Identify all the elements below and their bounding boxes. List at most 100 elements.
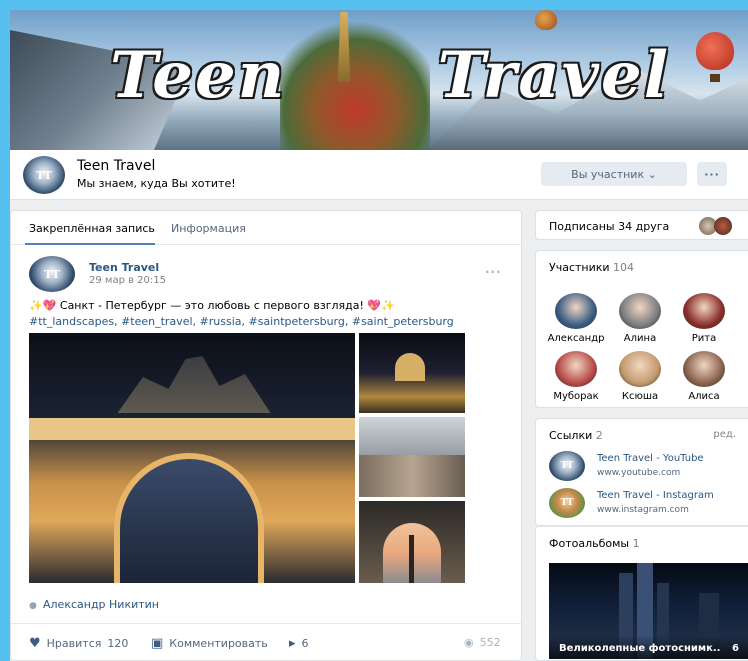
cover-title-word: Travel: [437, 38, 670, 113]
member-button[interactable]: Вы участник ⌄: [541, 162, 687, 186]
arch-opening: [114, 453, 264, 583]
group-header: TT Teen Travel Мы знаем, куда Вы хотите!…: [10, 150, 748, 200]
member-avatar: [683, 293, 725, 329]
post-tabs: Закреплённая запись Информация: [11, 211, 521, 245]
group-cover: Teen Travel: [10, 10, 748, 150]
group-name: Teen Travel: [77, 158, 156, 174]
like-count: 120: [107, 637, 129, 650]
links-header: Ссылки 2: [549, 429, 603, 442]
friends-subscribed-card[interactable]: Подписаны 34 друга: [535, 210, 748, 240]
post-author-link[interactable]: Teen Travel: [89, 261, 159, 274]
share-button[interactable]: ▸ 6: [289, 636, 309, 651]
links-card: Ссылки 2 ред. TT Teen Travel - YouTube w…: [535, 418, 748, 526]
albums-header[interactable]: Фотоальбомы 1: [549, 537, 640, 550]
tab-pinned-post[interactable]: Закреплённая запись: [29, 222, 155, 235]
post-photo-main[interactable]: [29, 333, 355, 583]
group-avatar[interactable]: TT: [23, 156, 65, 194]
heart-icon: ♥: [29, 636, 41, 651]
link-title[interactable]: Teen Travel - YouTube: [597, 453, 704, 464]
member-avatar: [555, 293, 597, 329]
member-avatar: [555, 351, 597, 387]
member-avatar: [683, 351, 725, 387]
avatar-monogram: TT: [560, 461, 574, 471]
post-text: ✨💖 Санкт - Петербург — это любовь с перв…: [29, 299, 395, 312]
cover-title-word: Teen: [110, 38, 287, 113]
link-url: www.youtube.com: [597, 468, 681, 478]
member-item[interactable]: Алиса: [672, 351, 736, 402]
member-item[interactable]: Александр: [544, 293, 608, 344]
albums-title: Фотоальбомы: [549, 537, 630, 550]
member-item[interactable]: Рита: [672, 293, 736, 344]
post-photo-3[interactable]: [359, 417, 465, 497]
post-photo-4[interactable]: [359, 501, 465, 583]
active-tab-underline: [25, 243, 155, 245]
avatar-monogram: TT: [36, 168, 52, 182]
street-buildings: [359, 455, 465, 497]
members-title: Участники: [549, 261, 610, 274]
member-item[interactable]: Ксюша: [608, 351, 672, 402]
eye-icon: ◉: [464, 636, 474, 649]
link-item-youtube[interactable]: TT Teen Travel - YouTube www.youtube.com: [549, 451, 748, 483]
member-name: Александр: [547, 333, 605, 344]
member-avatar: [619, 293, 661, 329]
page-frame: Teen Travel TT Teen Travel Мы знаем, куд…: [10, 10, 748, 661]
post-photo-2[interactable]: [359, 333, 465, 413]
post-actions: ♥ Нравится 120 ▣ Комментировать ▸ 6 ◉ 55…: [11, 623, 521, 659]
like-label: Нравится: [46, 637, 102, 650]
signer-name: Александр Никитин: [43, 598, 159, 611]
member-name: Муборак: [553, 391, 599, 402]
post-date[interactable]: 29 мар в 20:15: [89, 275, 166, 286]
post-author-avatar[interactable]: TT: [29, 256, 75, 292]
member-name: Алина: [623, 333, 657, 344]
albums-card: Фотоальбомы 1 Великолепные фотоснимк.. 6: [535, 526, 748, 661]
post-hashtags[interactable]: #tt_landscapes, #teen_travel, #russia, #…: [29, 315, 454, 328]
member-item[interactable]: Алина: [608, 293, 672, 344]
post-menu-button[interactable]: ···: [485, 265, 502, 279]
album-thumbnail[interactable]: Великолепные фотоснимк.. 6: [549, 563, 748, 659]
cathedral-dome: [395, 353, 425, 381]
link-title[interactable]: Teen Travel - Instagram: [597, 490, 714, 501]
album-photo-count: 6: [732, 643, 739, 654]
link-avatar: TT: [549, 488, 585, 518]
links-title: Ссылки: [549, 429, 593, 442]
members-header[interactable]: Участники 104: [549, 261, 634, 274]
friends-subscribed-label: Подписаны 34 друга: [549, 220, 670, 233]
more-actions-button[interactable]: ···: [697, 162, 727, 186]
pinned-post-card: Закреплённая запись Информация TT Teen T…: [10, 210, 522, 661]
link-url: www.instagram.com: [597, 505, 689, 515]
album-caption: Великолепные фотоснимк.. 6: [549, 635, 748, 659]
share-count: 6: [301, 637, 309, 650]
views-count: 552: [479, 636, 501, 649]
links-count: 2: [595, 429, 603, 442]
friend-avatar: [714, 217, 732, 235]
balloon-icon: [696, 32, 734, 82]
user-icon: ●: [29, 601, 37, 611]
members-count: 104: [613, 261, 635, 274]
avatar-monogram: TT: [560, 498, 574, 508]
tab-info[interactable]: Информация: [171, 222, 246, 235]
link-item-instagram[interactable]: TT Teen Travel - Instagram www.instagram…: [549, 488, 748, 520]
comment-label: Комментировать: [169, 637, 268, 650]
comment-icon: ▣: [151, 636, 164, 651]
comment-button[interactable]: ▣ Комментировать: [151, 636, 268, 651]
arch-statue: [117, 356, 271, 413]
member-item[interactable]: Муборак: [544, 351, 608, 402]
member-avatar: [619, 351, 661, 387]
member-name: Рита: [691, 333, 717, 344]
members-card: Участники 104 Александр Алина Рита Муборак К…: [535, 250, 748, 408]
post-signer[interactable]: ● Александр Никитин: [29, 598, 159, 611]
cover-title: Teen Travel: [110, 38, 670, 113]
member-name: Алиса: [688, 391, 720, 402]
member-name: Ксюша: [621, 391, 659, 402]
links-edit-link[interactable]: ред.: [713, 429, 736, 440]
link-avatar: TT: [549, 451, 585, 481]
alexander-column: [409, 535, 414, 583]
megaphone-icon: ▸: [289, 636, 296, 651]
avatar-monogram: TT: [44, 267, 60, 281]
balloon-icon: [535, 10, 557, 30]
album-title: Великолепные фотоснимк..: [559, 643, 721, 654]
views-counter: ◉ 552: [464, 636, 501, 649]
like-button[interactable]: ♥ Нравится 120: [29, 636, 128, 651]
group-status: Мы знаем, куда Вы хотите!: [77, 177, 236, 190]
albums-count: 1: [632, 537, 640, 550]
